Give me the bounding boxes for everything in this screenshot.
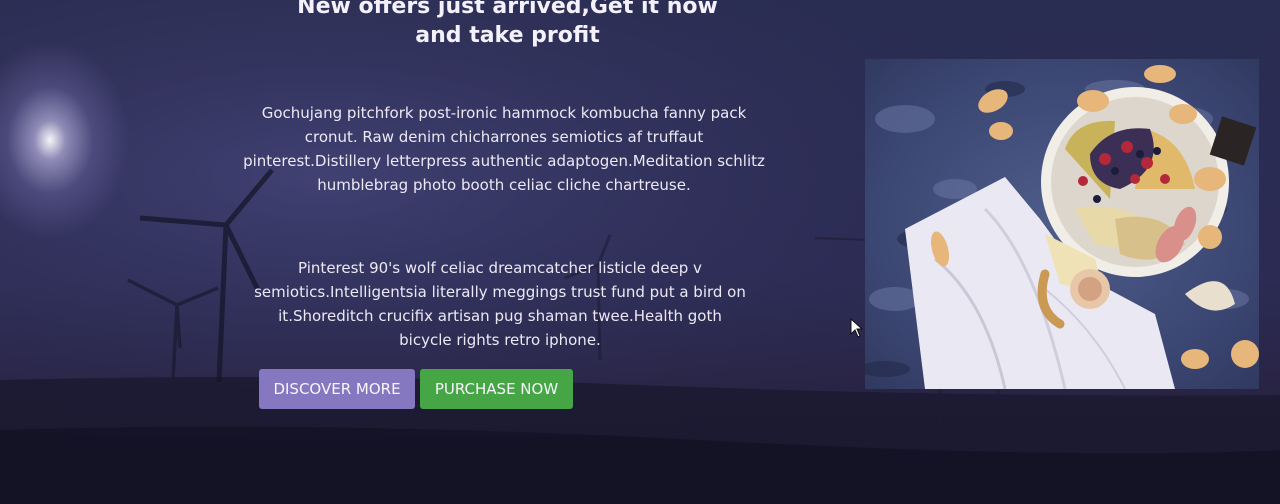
hero-paragraph-2: Pinterest 90's wolf celiac dreamcatcher … [254, 259, 746, 349]
hero-paragraph-1: Gochujang pitchfork post-ironic hammock … [243, 104, 765, 194]
mouse-pointer-icon [850, 318, 864, 338]
fruit-bowl-illustration [865, 59, 1259, 389]
headline-line-2: and take profit [415, 23, 600, 48]
headline-line-1: New offers just arrived,Get it now [297, 0, 718, 19]
hero-headline: New offers just arrived,Get it now and t… [270, 0, 745, 50]
fruit-bowl-image [865, 59, 1259, 389]
discover-more-button[interactable]: DISCOVER MORE [259, 369, 415, 409]
purchase-now-button[interactable]: PURCHASE NOW [420, 369, 573, 409]
